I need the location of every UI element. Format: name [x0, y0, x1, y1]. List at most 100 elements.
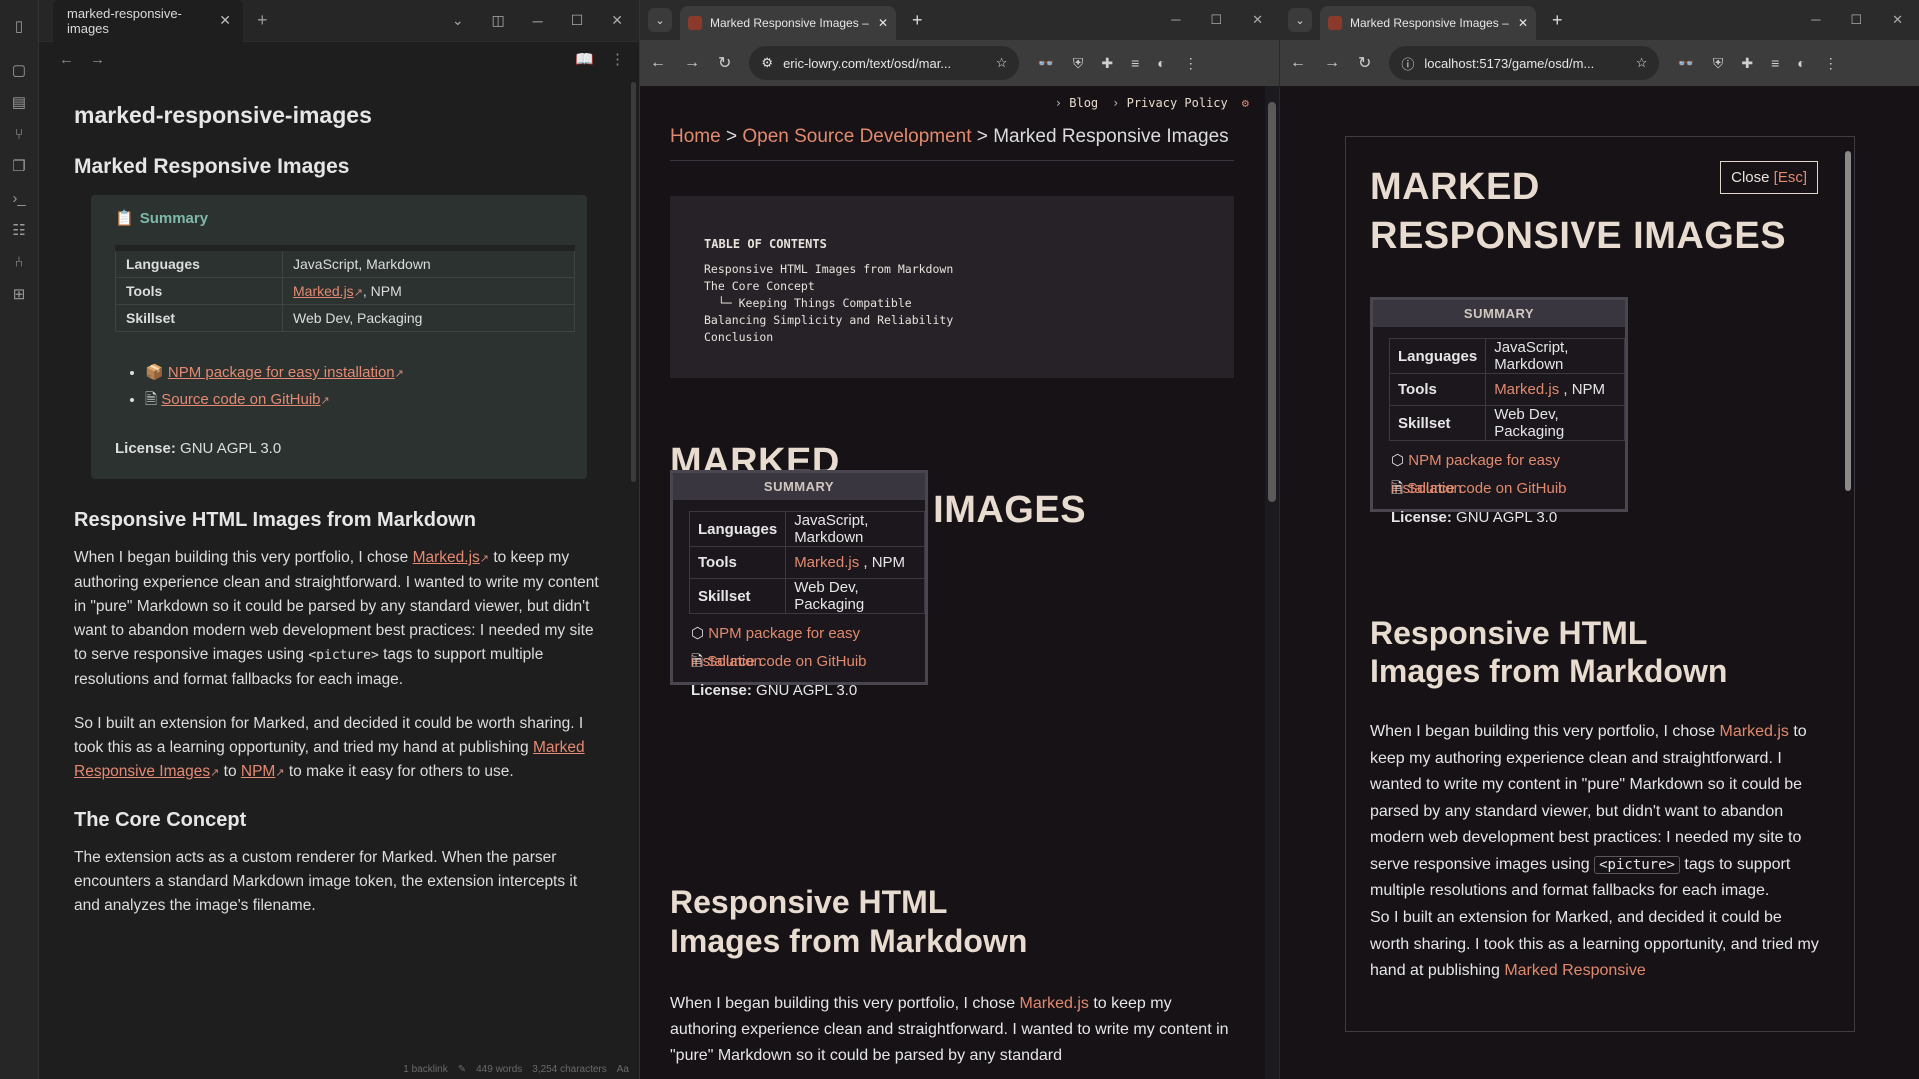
menu-icon[interactable]: ⋮ — [1824, 55, 1838, 72]
nav-privacy[interactable]: Privacy Policy — [1112, 96, 1228, 110]
menu-icon[interactable]: ⋮ — [1184, 55, 1198, 72]
forward-arrow-icon[interactable]: → — [1324, 54, 1340, 72]
new-tab-icon[interactable]: + — [1552, 10, 1563, 31]
github-link[interactable]: Source code on GitHuib — [161, 391, 320, 408]
scrollbar-thumb[interactable] — [1845, 151, 1851, 491]
heading-3: The Core Concept — [74, 809, 247, 831]
address-bar[interactable]: ⓘ localhost:5173/game/osd/m... ☆ — [1389, 46, 1660, 80]
summary-box: SUMMARY Languages JavaScript, Markdown To… — [670, 470, 928, 699]
profile-icon[interactable]: ◐ — [1157, 55, 1165, 72]
maximize-icon[interactable]: ☐ — [571, 12, 584, 29]
github-link[interactable]: 🗎 Source code on GitHuib — [691, 648, 925, 676]
back-arrow-icon[interactable]: ← — [650, 54, 666, 72]
bookmark-star-icon[interactable]: ☆ — [1636, 55, 1648, 71]
modal-scrollbar[interactable] — [1842, 137, 1854, 1031]
browser-local: ⌄ Marked Responsive Images – E ✕ + ─ ☐ ✕… — [1279, 0, 1919, 1079]
markedjs-link[interactable]: Marked.js — [1020, 995, 1089, 1012]
back-arrow-icon[interactable]: ← — [59, 51, 74, 68]
forward-arrow-icon[interactable]: → — [90, 51, 105, 68]
markedjs-link[interactable]: Marked.js — [413, 549, 480, 566]
site-settings-icon[interactable]: ⚙ — [761, 55, 773, 71]
incognito-icon[interactable]: 👓 — [1677, 55, 1694, 72]
pages-icon[interactable]: ❐ — [5, 152, 33, 180]
reload-icon[interactable]: ↻ — [718, 53, 731, 73]
forward-arrow-icon[interactable]: → — [684, 54, 700, 72]
toc-item[interactable]: Balancing Simplicity and Reliability — [704, 312, 1200, 329]
list-icon[interactable]: ☷ — [5, 216, 33, 244]
npm-link[interactable]: ⬡ NPM package for easy installation — [691, 620, 925, 670]
blocks-icon[interactable]: ⊞ — [5, 280, 33, 308]
table-row: Skillset Web Dev, Packaging — [115, 304, 575, 332]
terminal-icon[interactable]: ›_ — [5, 184, 33, 212]
breadcrumb-osd[interactable]: Open Source Development — [742, 126, 971, 147]
minimize-icon[interactable]: ─ — [533, 13, 543, 29]
scrollbar-thumb[interactable] — [1268, 102, 1276, 502]
browser-tab[interactable]: Marked Responsive Images – E ✕ — [1320, 6, 1536, 40]
shield-icon[interactable]: ⛨ — [1073, 55, 1084, 72]
close-window-icon[interactable]: ✕ — [1252, 12, 1263, 28]
toc-item[interactable]: The Core Concept — [704, 278, 1200, 295]
breadcrumb: Home > Open Source Development > Marked … — [670, 126, 1234, 161]
new-tab-icon[interactable]: + — [257, 10, 268, 31]
markedjs-link[interactable]: Marked.js — [1720, 723, 1789, 740]
chevron-down-icon[interactable]: ⌄ — [452, 12, 464, 29]
summary-header: SUMMARY — [673, 473, 925, 500]
nav-blog[interactable]: Blog — [1055, 96, 1098, 110]
markedjs-link[interactable]: Marked.js — [794, 554, 859, 571]
backlinks-count[interactable]: 1 backlink — [403, 1064, 447, 1075]
markedjs-link[interactable]: Marked.js — [293, 283, 354, 299]
close-window-icon[interactable]: ✕ — [611, 12, 623, 29]
scrollbar[interactable] — [631, 82, 636, 482]
settings-gear-icon[interactable]: ⚙ — [1242, 96, 1249, 110]
media-icon[interactable]: ≡ — [1771, 55, 1779, 72]
incognito-icon[interactable]: 👓 — [1037, 55, 1054, 72]
graph-icon[interactable]: ⑂ — [5, 120, 33, 148]
obsidian-tab[interactable]: marked-responsive-images ✕ — [53, 0, 243, 42]
minimize-icon[interactable]: ─ — [1811, 12, 1820, 28]
minimize-icon[interactable]: ─ — [1171, 12, 1180, 28]
close-tab-icon[interactable]: ✕ — [1518, 16, 1528, 30]
reading-view-icon[interactable]: 📖 — [575, 50, 594, 68]
chat-icon[interactable]: ▢ — [5, 56, 33, 84]
pencil-icon[interactable]: ✎ — [458, 1064, 466, 1075]
breadcrumb-home[interactable]: Home — [670, 126, 721, 147]
npm-link[interactable]: NPM package for easy installation — [168, 364, 395, 381]
info-icon[interactable]: ⓘ — [1401, 54, 1414, 73]
close-tab-icon[interactable]: ✕ — [219, 12, 231, 29]
file-icon[interactable]: ▤ — [5, 88, 33, 116]
new-tab-icon[interactable]: + — [912, 10, 923, 31]
maximize-icon[interactable]: ☐ — [1210, 12, 1222, 28]
more-options-icon[interactable]: ⋮ — [610, 50, 625, 68]
address-bar[interactable]: ⚙ eric-lowry.com/text/osd/mar... ☆ — [749, 46, 1020, 80]
scrollbar[interactable] — [1265, 86, 1279, 1079]
markedjs-link[interactable]: Marked.js — [1494, 381, 1559, 398]
license-line: License: GNU AGPL 3.0 — [1391, 509, 1558, 526]
tab-search-icon[interactable]: ⌄ — [1288, 8, 1312, 32]
reload-icon[interactable]: ↻ — [1358, 53, 1371, 73]
toc-item[interactable]: Conclusion — [704, 329, 1200, 346]
toc-item[interactable]: Responsive HTML Images from Markdown — [704, 261, 1200, 278]
split-view-icon[interactable]: ◫ — [492, 12, 505, 29]
profile-icon[interactable]: ◐ — [1797, 55, 1805, 72]
package-link[interactable]: Marked Responsive — [1504, 962, 1645, 979]
license-line: License: GNU AGPL 3.0 — [691, 682, 858, 699]
close-window-icon[interactable]: ✕ — [1892, 12, 1903, 28]
branch-icon[interactable]: ⑃ — [5, 248, 33, 276]
puzzle-icon[interactable]: ✚ — [1101, 55, 1113, 72]
npm-site-link[interactable]: NPM — [241, 763, 275, 780]
paragraph: When I began building this very portfoli… — [670, 995, 1229, 1064]
media-icon[interactable]: ≡ — [1131, 55, 1139, 72]
font-icon[interactable]: Aa — [617, 1064, 629, 1075]
back-arrow-icon[interactable]: ← — [1290, 54, 1306, 72]
close-tab-icon[interactable]: ✕ — [878, 16, 888, 30]
maximize-icon[interactable]: ☐ — [1850, 12, 1862, 28]
npm-link[interactable]: ⬡ NPM package for easy installation — [1391, 447, 1625, 497]
bookmark-star-icon[interactable]: ☆ — [996, 55, 1008, 71]
github-link[interactable]: 🗎 Source code on GitHuib — [1391, 475, 1625, 503]
browser-tab[interactable]: Marked Responsive Images – E ✕ — [680, 6, 896, 40]
shield-icon[interactable]: ⛨ — [1713, 55, 1724, 72]
sidebar-toggle-icon[interactable]: ▯ — [5, 12, 33, 40]
tab-search-icon[interactable]: ⌄ — [648, 8, 672, 32]
toc-item[interactable]: └─ Keeping Things Compatible — [704, 295, 1200, 312]
puzzle-icon[interactable]: ✚ — [1741, 55, 1753, 72]
